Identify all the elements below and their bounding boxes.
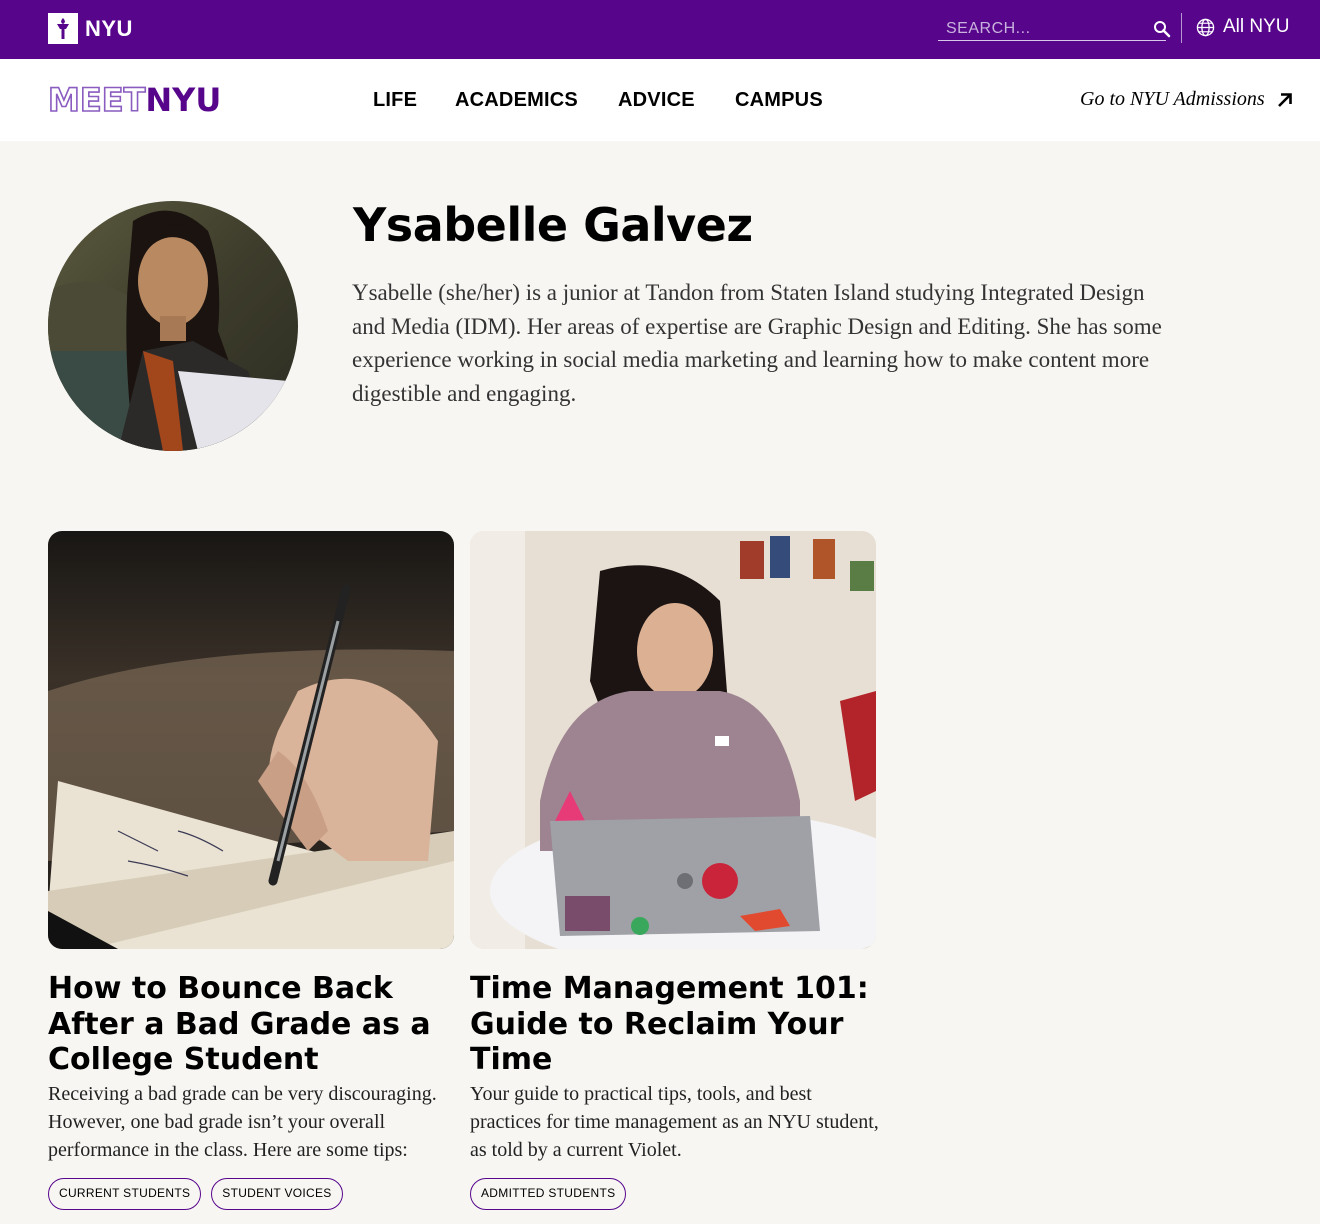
article-image-link[interactable] — [48, 531, 454, 949]
author-avatar — [48, 201, 298, 451]
article-card: How to Bounce Back After a Bad Grade as … — [48, 531, 454, 1210]
search-icon[interactable] — [1153, 18, 1171, 40]
top-utility-bar: NYU All NYU — [0, 0, 1320, 59]
logo-meet-text: MEET — [47, 81, 146, 119]
admissions-label: Go to NYU Admissions — [1080, 88, 1265, 110]
article-image-writing — [48, 531, 454, 949]
nyu-logo-text: NYU — [85, 15, 133, 41]
author-bio: Ysabelle (she/her) is a junior at Tandon… — [352, 280, 1162, 407]
meetnyu-logo[interactable]: MEETNYU — [47, 81, 222, 119]
article-title[interactable]: Time Management 101: Guide to Reclaim Yo… — [470, 971, 870, 1078]
tag-current-students[interactable]: CURRENT STUDENTS — [48, 1177, 202, 1210]
nyu-torch-icon — [48, 13, 78, 44]
topbar-divider — [1181, 13, 1182, 43]
all-nyu-link[interactable]: All NYU — [1196, 16, 1290, 38]
article-description: Your guide to practical tips, tools, and… — [470, 1082, 879, 1161]
arrow-up-right-icon — [1277, 92, 1293, 108]
admissions-link[interactable]: Go to NYU Admissions — [1080, 88, 1293, 111]
article-tags: CURRENT STUDENTS STUDENT VOICES — [48, 1177, 454, 1210]
all-nyu-label: All NYU — [1223, 16, 1290, 37]
nav-link-life[interactable]: LIFE — [373, 89, 417, 112]
tag-admitted-students[interactable]: ADMITTED STUDENTS — [470, 1177, 627, 1210]
logo-nyu-text: NYU — [145, 81, 222, 119]
article-tags: ADMITTED STUDENTS — [470, 1177, 876, 1210]
author-name: Ysabelle Galvez — [353, 198, 753, 252]
tag-student-voices[interactable]: STUDENT VOICES — [211, 1177, 343, 1210]
globe-icon — [1196, 18, 1215, 37]
search-bar — [938, 18, 1171, 41]
nav-link-advice[interactable]: ADVICE — [618, 89, 695, 112]
article-title[interactable]: How to Bounce Back After a Bad Grade as … — [48, 971, 448, 1078]
article-image-link[interactable] — [470, 531, 876, 949]
nyu-home-logo[interactable]: NYU — [48, 13, 133, 44]
nav-link-campus[interactable]: CAMPUS — [735, 89, 823, 112]
article-description: Receiving a bad grade can be very discou… — [48, 1082, 437, 1161]
search-input[interactable] — [938, 20, 1153, 38]
nav-link-academics[interactable]: ACADEMICS — [455, 89, 578, 112]
article-image-laptop — [470, 531, 876, 949]
article-card: Time Management 101: Guide to Reclaim Yo… — [470, 531, 879, 1210]
